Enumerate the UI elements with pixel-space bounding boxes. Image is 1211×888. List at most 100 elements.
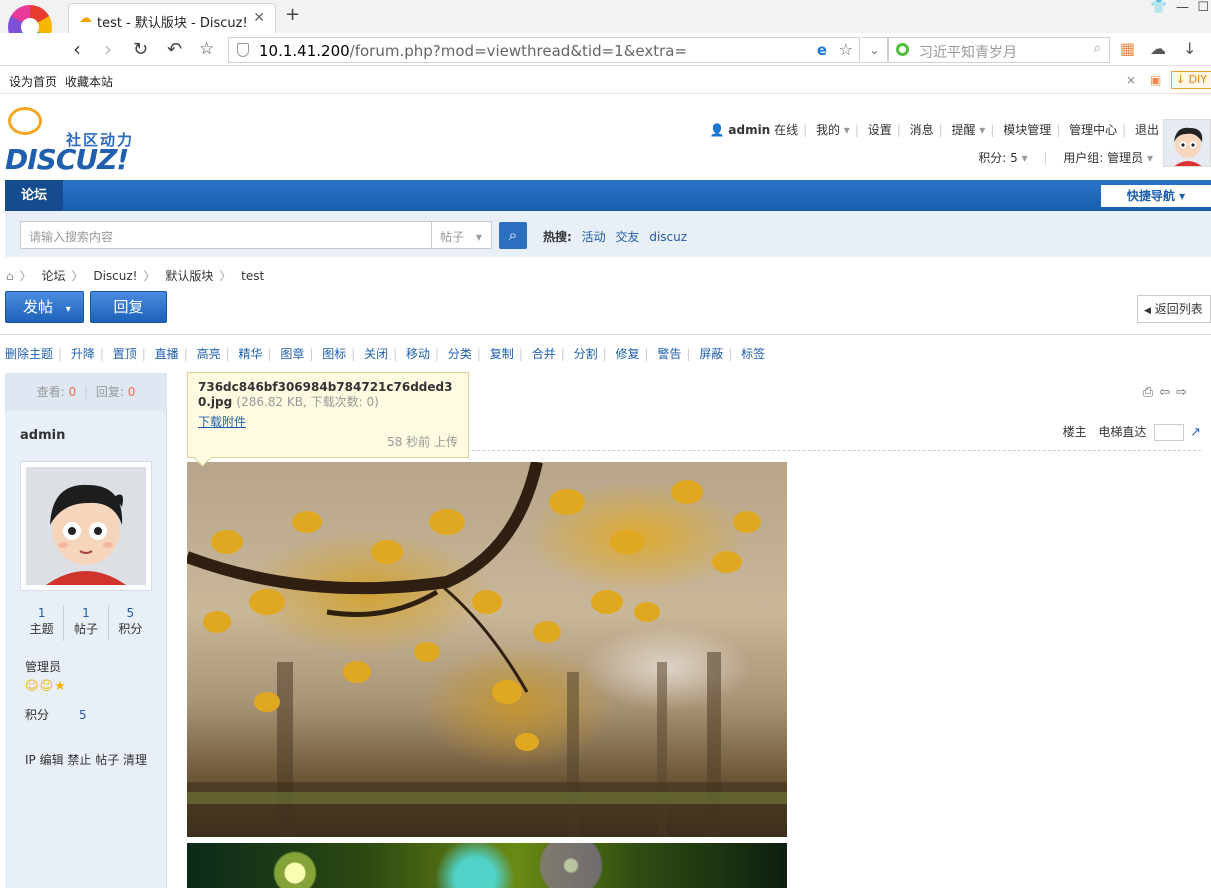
mod-bump[interactable]: 升降 xyxy=(71,347,95,361)
favorite-star-icon[interactable]: ☆ xyxy=(199,39,214,59)
mod-icon[interactable]: 图标 xyxy=(322,347,346,361)
menu-admin-center[interactable]: 管理中心 xyxy=(1069,123,1117,137)
mod-warn[interactable]: 警告 xyxy=(657,347,681,361)
menu-logout[interactable]: 退出 xyxy=(1135,123,1159,137)
mod-live[interactable]: 直播 xyxy=(155,347,179,361)
mod-move[interactable]: 移动 xyxy=(406,347,430,361)
search-type-select[interactable]: 帖子 ▾ xyxy=(432,221,492,249)
diy-button[interactable]: ↓ DIY xyxy=(1170,71,1211,89)
mod-merge[interactable]: 合并 xyxy=(532,347,556,361)
hot-item-activity[interactable]: 活动 xyxy=(582,230,606,244)
download-attachment-link[interactable]: 下载附件 xyxy=(198,413,458,430)
jump-go-icon[interactable]: ↗ xyxy=(1190,425,1201,440)
mod-sticky[interactable]: 置顶 xyxy=(113,347,137,361)
mod-highlight[interactable]: 高亮 xyxy=(197,347,221,361)
attachment-image[interactable] xyxy=(187,462,787,837)
home-icon[interactable]: ⌂ xyxy=(6,269,14,283)
close-tab-icon[interactable]: ✕ xyxy=(253,10,265,26)
minimize-icon[interactable]: — xyxy=(1176,0,1189,15)
mod-close[interactable]: 关闭 xyxy=(364,347,388,361)
attachment-image-2[interactable] xyxy=(187,843,787,888)
plugin-icon[interactable]: ▣ xyxy=(1150,73,1161,87)
header-avatar[interactable] xyxy=(1163,119,1211,167)
quick-nav-label: 快捷导航 xyxy=(1126,189,1175,203)
skin-icon[interactable]: 👕 xyxy=(1151,0,1167,15)
menu-settings[interactable]: 设置 xyxy=(868,123,892,137)
discuz-logo-icon[interactable] xyxy=(8,107,42,135)
url-dropdown-icon[interactable]: ⌄ xyxy=(862,37,888,63)
menu-my[interactable]: 我的 xyxy=(816,123,840,137)
forum-search-input[interactable]: 请输入搜索内容 xyxy=(20,221,432,249)
forward-icon[interactable]: › xyxy=(104,37,112,61)
bookmark-set-home[interactable]: 设为首页 xyxy=(9,73,57,90)
menu-notifications[interactable]: 提醒 xyxy=(951,123,975,137)
author-stat-posts[interactable]: 1 帖子 xyxy=(64,605,109,641)
reply-button[interactable]: 回复 xyxy=(90,291,167,323)
nav-forum-tab[interactable]: 论坛 xyxy=(5,180,63,211)
hot-item-friends[interactable]: 交友 xyxy=(615,230,639,244)
author-name[interactable]: admin xyxy=(20,428,65,443)
prev-thread-icon[interactable]: ⇦ xyxy=(1159,385,1176,400)
mod-tags[interactable]: 标签 xyxy=(741,347,765,361)
back-icon[interactable]: ‹ xyxy=(73,37,81,61)
cloud-icon[interactable]: ☁ xyxy=(1150,39,1166,58)
menu-messages[interactable]: 消息 xyxy=(910,123,934,137)
mod-category[interactable]: 分类 xyxy=(448,347,472,361)
bookmark-star-icon[interactable]: ☆ xyxy=(839,40,853,59)
menu-block-admin[interactable]: 模块管理 xyxy=(1003,123,1051,137)
download-icon[interactable]: ↓ xyxy=(1183,39,1196,58)
attachment-meta: (286.82 KB, 下载次数: 0) xyxy=(236,395,379,409)
author-role[interactable]: 管理员 xyxy=(25,658,61,675)
breadcrumb-forum[interactable]: 论坛 xyxy=(41,269,65,283)
floor-jump-input[interactable] xyxy=(1154,424,1185,441)
browser-tabbar: ☁ test - 默认版块 - Discuz! ✕ + 👕 — ☐ xyxy=(0,0,1211,49)
browser-tab[interactable]: ☁ test - 默认版块 - Discuz! ✕ xyxy=(68,3,276,33)
undo-icon[interactable]: ↶ xyxy=(167,39,182,60)
admin-links[interactable]: IP 编辑 禁止 帖子 清理 xyxy=(25,751,147,768)
forum-page: 社区动力 DISCUZ! 👤 admin 在线 | 我的 ▾ | 设置 | 消息 | 提… xyxy=(0,95,1211,888)
mod-repair[interactable]: 修复 xyxy=(615,347,639,361)
search-engine-icon xyxy=(896,43,909,56)
online-status[interactable]: 在线 xyxy=(774,123,798,137)
user-points[interactable]: 积分: 5 xyxy=(978,151,1018,165)
mod-stamp[interactable]: 图章 xyxy=(280,347,304,361)
browser-search-input[interactable]: 习近平知青岁月 ⌕ xyxy=(888,37,1110,63)
bookmark-add-favorite[interactable]: 收藏本站 xyxy=(65,73,113,90)
author-avatar[interactable] xyxy=(20,461,152,591)
mod-digest[interactable]: 精华 xyxy=(238,347,262,361)
apps-grid-icon[interactable]: ▦ xyxy=(1120,39,1135,58)
new-tab-icon[interactable]: + xyxy=(285,4,300,25)
author-stat-points[interactable]: 5 积分 xyxy=(109,605,152,641)
ie-mode-icon[interactable]: e xyxy=(817,41,827,59)
maximize-icon[interactable]: ☐ xyxy=(1197,0,1209,15)
search-button[interactable]: ⌕ xyxy=(499,222,527,249)
refresh-icon[interactable]: ↻ xyxy=(133,39,148,60)
author-stat-topics[interactable]: 1 主题 xyxy=(20,605,65,641)
thread-stats: 查看: 0 | 回复: 0 xyxy=(5,373,167,411)
search-icon[interactable]: ⌕ xyxy=(1094,41,1101,56)
tools-icon[interactable]: ⨯ xyxy=(1126,73,1136,87)
browser-search-placeholder: 习近平知青岁月 xyxy=(919,45,1017,61)
score-label: 积分 xyxy=(25,708,50,722)
url-host: 10.1.41.200 xyxy=(259,42,350,60)
user-menu: 👤 admin 在线 | 我的 ▾ | 设置 | 消息 | 提醒 ▾ | 模块管理 | 管理… xyxy=(709,123,1159,137)
logo-wordmark[interactable]: DISCUZ! xyxy=(5,143,129,176)
mod-ban[interactable]: 屏蔽 xyxy=(699,347,723,361)
breadcrumb-default-board[interactable]: 默认版块 xyxy=(165,269,213,283)
next-thread-icon[interactable]: ⇨ xyxy=(1176,385,1193,400)
search-icon: ⌕ xyxy=(508,226,518,244)
username-link[interactable]: admin xyxy=(728,123,770,137)
back-to-list-button[interactable]: ◀ 返回列表 xyxy=(1137,295,1211,323)
breadcrumb-discuz[interactable]: Discuz! xyxy=(93,269,137,283)
hot-item-discuz[interactable]: discuz xyxy=(649,230,687,244)
quick-nav-button[interactable]: 快捷导航 ▾ xyxy=(1101,185,1211,207)
mod-split[interactable]: 分割 xyxy=(574,347,598,361)
user-group[interactable]: 用户组: 管理员 xyxy=(1063,151,1143,165)
breadcrumb-thread[interactable]: test xyxy=(241,269,264,283)
print-icon[interactable]: ⎙ xyxy=(1143,385,1159,400)
mod-delete[interactable]: 删除主题 xyxy=(5,347,53,361)
url-input[interactable]: 10.1.41.200/forum.php?mod=viewthread&tid… xyxy=(228,37,860,63)
score-value: 5 xyxy=(79,708,87,722)
new-post-button[interactable]: 发帖 ▾ xyxy=(5,291,84,323)
mod-copy[interactable]: 复制 xyxy=(490,347,514,361)
